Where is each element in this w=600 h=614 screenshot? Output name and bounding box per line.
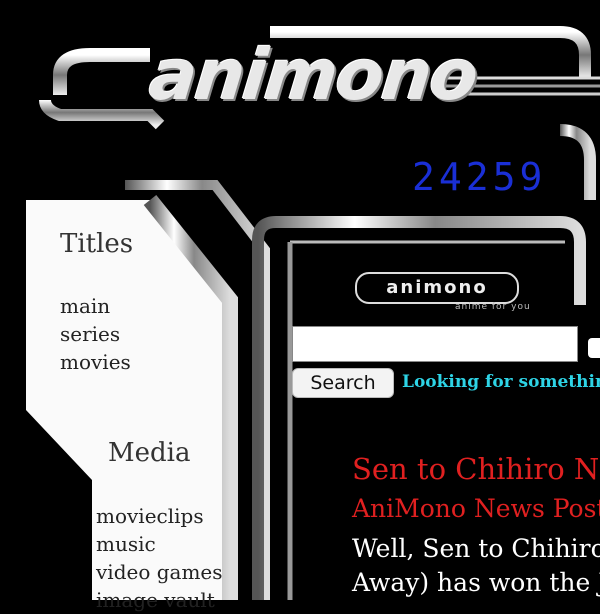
sidebar-titles-list: main series movies [60, 292, 131, 376]
search-button[interactable]: Search [292, 368, 394, 398]
sidebar-media-heading: Media [108, 438, 191, 468]
site-logo[interactable]: animono [146, 34, 481, 116]
news-subtitle: AniMono News Post [352, 494, 600, 523]
search-extra-control[interactable] [588, 338, 600, 358]
sidebar-titles-heading: Titles [60, 229, 134, 259]
sidebar-link-music[interactable]: music [96, 530, 223, 558]
sidebar-link-movieclips[interactable]: movieclips [96, 502, 223, 530]
sidebar-link-movies[interactable]: movies [60, 348, 131, 376]
search-input[interactable] [292, 326, 578, 362]
sidebar-media-list: movieclips music video games image vault [96, 502, 223, 614]
inner-logo: animono [355, 272, 519, 304]
sidebar-link-image-vault[interactable]: image vault [96, 586, 223, 614]
sidebar-link-video-games[interactable]: video games [96, 558, 223, 586]
news-body: Well, Sen to Chihiro Away) has won the J [352, 532, 600, 600]
news-title[interactable]: Sen to Chihiro No [352, 452, 600, 486]
inner-tagline: anime for you [455, 302, 531, 312]
sidebar-link-series[interactable]: series [60, 320, 131, 348]
search-hint: Looking for something [402, 372, 600, 392]
sidebar-link-main[interactable]: main [60, 292, 131, 320]
news-body-line: Well, Sen to Chihiro [352, 534, 600, 563]
visitor-counter: 24259 [412, 155, 547, 199]
news-body-line: Away) has won the J [352, 568, 600, 597]
